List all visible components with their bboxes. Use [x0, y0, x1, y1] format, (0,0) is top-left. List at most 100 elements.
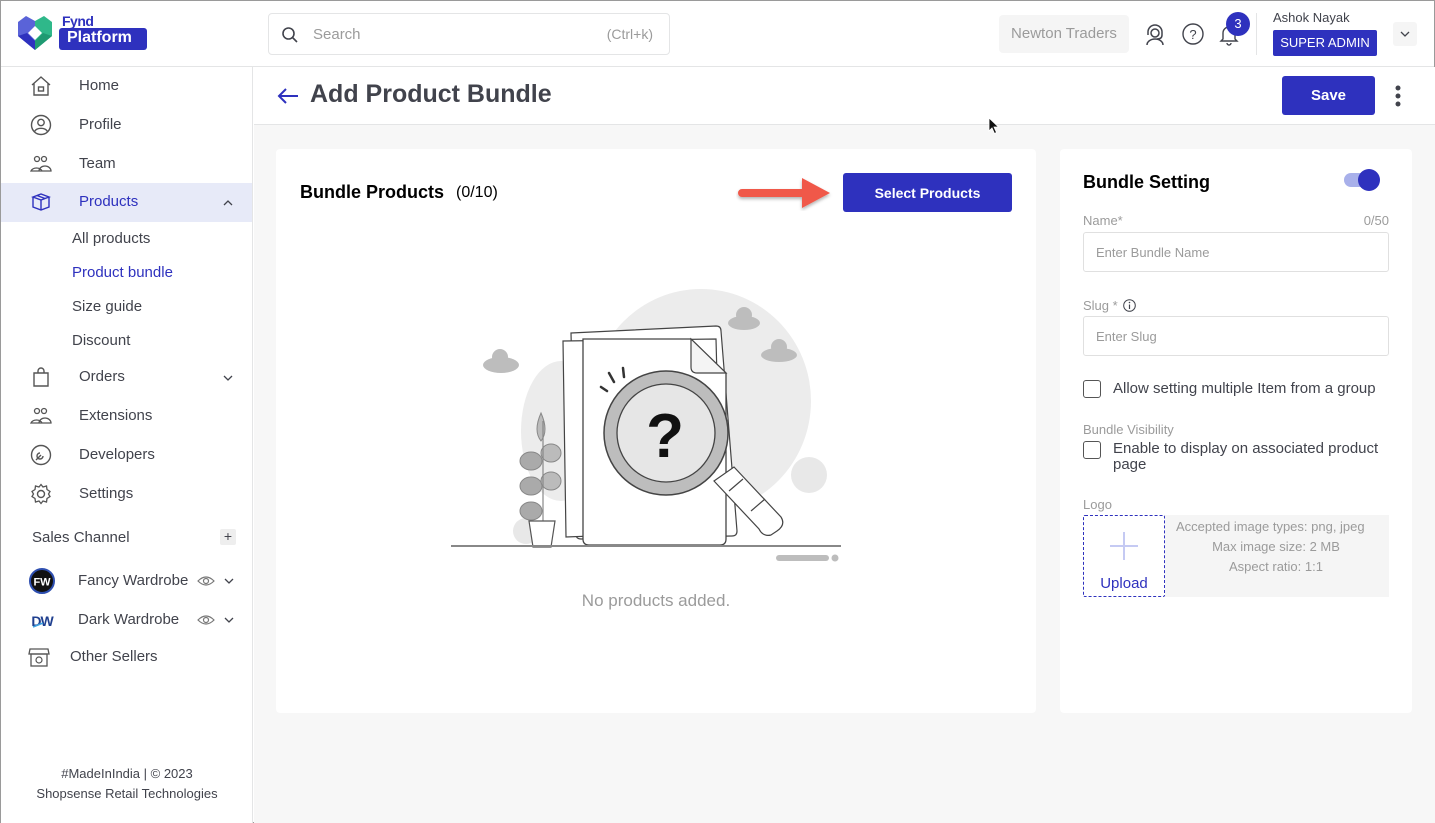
sidebar-item-label: Team — [79, 155, 116, 172]
chevron-down-icon[interactable] — [223, 614, 235, 626]
upload-types: Accepted image types: png, jpeg — [1176, 519, 1365, 534]
company-selector[interactable]: Newton Traders — [999, 15, 1129, 53]
visibility-checkbox[interactable] — [1083, 441, 1101, 459]
annotation-arrow-icon — [738, 178, 830, 208]
top-bar: Fynd Platform (Ctrl+k) Newton Traders ? … — [1, 1, 1434, 67]
sales-channel-fancy-wardrobe[interactable]: FW Fancy Wardrobe — [1, 563, 252, 599]
sidebar-item-label: Developers — [79, 446, 155, 463]
brand-bottom-text: Platform — [59, 28, 147, 50]
global-search[interactable]: (Ctrl+k) — [268, 13, 670, 55]
profile-icon — [30, 114, 52, 136]
visibility-option-label: Enable to display on associated product … — [1113, 440, 1379, 473]
multi-item-checkbox[interactable] — [1083, 380, 1101, 398]
search-shortcut-hint: (Ctrl+k) — [606, 26, 653, 42]
svg-text:?: ? — [646, 402, 684, 471]
chevron-down-icon — [1400, 31, 1410, 37]
notification-badge[interactable]: 3 — [1226, 12, 1250, 36]
bundle-visibility-label: Bundle Visibility — [1083, 422, 1174, 437]
support-icon[interactable] — [1143, 22, 1167, 46]
bundle-name-input[interactable] — [1083, 232, 1389, 272]
bundle-products-title: Bundle Products — [300, 182, 445, 202]
eye-icon[interactable] — [197, 574, 215, 588]
home-icon — [31, 76, 51, 96]
sidebar-item-label: Products — [79, 193, 139, 210]
dark-wardrobe-logo: DW — [31, 613, 55, 629]
footer-made-in-india: #MadeInIndia | © 2023 — [61, 766, 193, 781]
page-title: Add Product Bundle — [310, 80, 552, 108]
chevron-down-icon[interactable] — [222, 372, 234, 384]
fynd-logo-icon — [18, 16, 52, 50]
search-icon — [282, 27, 298, 43]
search-input[interactable] — [313, 23, 583, 45]
upload-button[interactable]: Upload — [1083, 515, 1165, 597]
sidebar-item-label: Home — [79, 77, 120, 94]
bag-icon — [33, 367, 49, 387]
chevron-up-icon[interactable] — [222, 197, 234, 209]
user-role-badge: SUPER ADMIN — [1273, 30, 1377, 56]
sidebar-item-settings[interactable]: Settings — [1, 475, 252, 514]
slug-label: Slug * — [1083, 298, 1118, 313]
sales-channel-heading: Sales Channel — [32, 529, 130, 546]
sidebar-subitem-size-guide[interactable]: Size guide — [72, 298, 142, 315]
footer-company: Shopsense Retail Technologies — [36, 786, 218, 801]
empty-state-illustration: ? — [451, 289, 841, 562]
help-icon[interactable]: ? — [1181, 22, 1205, 46]
add-sales-channel-button[interactable]: + — [220, 529, 236, 545]
upload-size: Max image size: 2 MB — [1212, 539, 1340, 554]
main-content: Add Product Bundle Save Bundle Products … — [254, 67, 1435, 823]
svg-text:FW: FW — [33, 577, 51, 589]
sidebar-item-extensions[interactable]: Extensions — [1, 397, 252, 436]
divider — [1256, 13, 1257, 55]
sidebar-footer: #MadeInIndia | © 2023 Shopsense Retail T… — [1, 764, 253, 804]
fynd-platform-logo[interactable]: Fynd Platform — [17, 13, 147, 53]
sidebar-item-developers[interactable]: Developers — [1, 436, 252, 475]
upload-ratio: Aspect ratio: 1:1 — [1229, 559, 1323, 574]
toggle-knob — [1358, 169, 1380, 191]
more-options-icon[interactable] — [1388, 83, 1408, 109]
logo-upload-area: Upload Accepted image types: png, jpeg M… — [1083, 515, 1389, 597]
box-icon — [31, 193, 51, 211]
save-button[interactable]: Save — [1282, 76, 1375, 115]
extensions-icon — [30, 407, 52, 424]
sidebar-subitem-discount[interactable]: Discount — [72, 332, 130, 349]
select-products-button[interactable]: Select Products — [843, 173, 1012, 212]
fancy-wardrobe-logo: FW — [29, 568, 55, 594]
sidebar-subitem-product-bundle[interactable]: Product bundle — [72, 264, 173, 281]
brand-top-text: Fynd — [62, 13, 94, 29]
multi-item-label: Allow setting multiple Item from a group — [1113, 380, 1376, 397]
sidebar-item-home[interactable]: Home — [1, 67, 252, 106]
sales-channel-label: Dark Wardrobe — [78, 611, 180, 628]
upload-requirements: Accepted image types: png, jpeg Max imag… — [1176, 517, 1376, 577]
name-char-count: 0/50 — [1363, 213, 1389, 228]
store-icon — [28, 648, 50, 667]
chevron-down-icon[interactable] — [223, 575, 235, 587]
plus-icon — [1110, 532, 1138, 560]
sidebar-item-orders[interactable]: Orders — [1, 358, 252, 397]
bundle-setting-title: Bundle Setting — [1083, 172, 1210, 192]
empty-state-text: No products added. — [581, 591, 731, 610]
slug-input[interactable] — [1083, 316, 1389, 356]
sidebar-item-team[interactable]: Team — [1, 145, 252, 184]
sidebar-item-label: Other Sellers — [70, 648, 158, 665]
sidebar-item-other-sellers[interactable]: Other Sellers — [1, 639, 252, 675]
eye-icon[interactable] — [197, 613, 215, 627]
back-arrow-icon[interactable] — [276, 84, 300, 108]
bundle-active-toggle[interactable] — [1344, 169, 1380, 191]
info-icon[interactable] — [1123, 299, 1136, 312]
upload-label: Upload — [1100, 575, 1148, 592]
developers-icon — [30, 444, 52, 466]
sidebar: Home Profile Team Products All products … — [1, 67, 253, 823]
gear-icon — [31, 483, 51, 505]
svg-text:?: ? — [1189, 27, 1196, 42]
user-menu-toggle[interactable] — [1393, 22, 1417, 46]
team-icon — [30, 155, 52, 172]
sidebar-item-label: Orders — [79, 368, 125, 385]
sidebar-item-label: Settings — [79, 485, 134, 502]
sidebar-item-label: Profile — [79, 116, 122, 133]
sales-channel-label: Fancy Wardrobe — [78, 572, 189, 589]
sales-channel-dark-wardrobe[interactable]: DW Dark Wardrobe — [1, 602, 252, 638]
sidebar-subitem-all-products[interactable]: All products — [72, 230, 150, 247]
sidebar-item-profile[interactable]: Profile — [1, 106, 252, 145]
user-name: Ashok Nayak — [1273, 10, 1350, 25]
sidebar-item-products[interactable]: Products — [1, 183, 252, 222]
